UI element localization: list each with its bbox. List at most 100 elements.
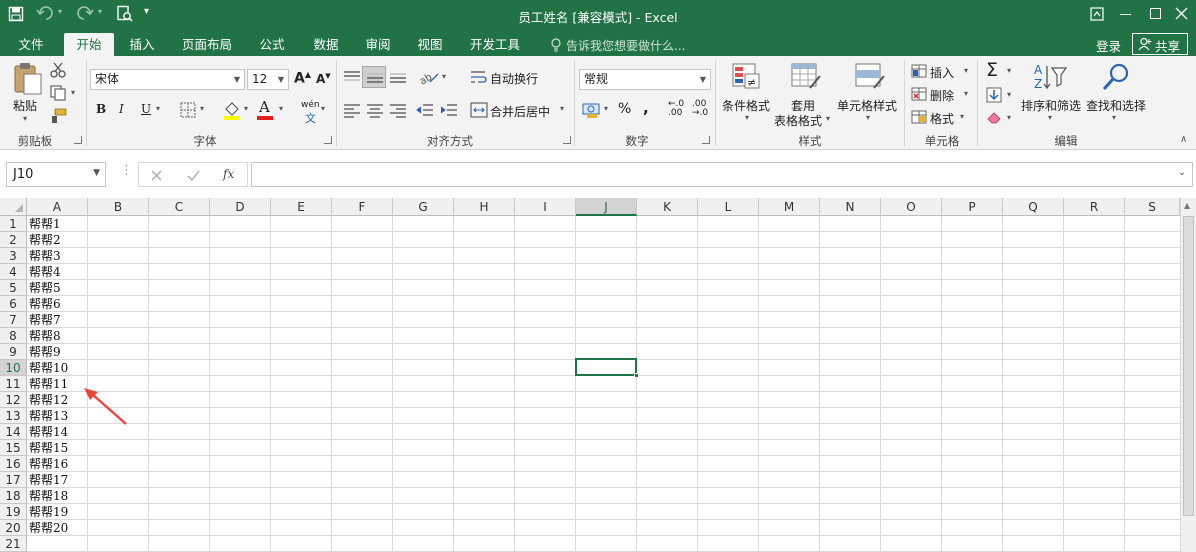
cell-a18[interactable]: 帮帮18 — [29, 488, 68, 504]
increase-indent-icon[interactable] — [440, 102, 458, 118]
orientation-icon[interactable]: ab — [418, 68, 440, 86]
align-right-icon[interactable] — [389, 102, 407, 118]
tab-review[interactable]: 审阅 — [356, 33, 400, 56]
wrap-text-button[interactable]: 自动换行 — [490, 70, 538, 87]
cell-a5[interactable]: 帮帮5 — [29, 280, 61, 296]
collapse-ribbon-icon[interactable]: ∧ — [1180, 134, 1187, 145]
borders-dropdown-icon[interactable]: ▾ — [200, 104, 204, 113]
cell-a14[interactable]: 帮帮14 — [29, 424, 68, 440]
column-header-c[interactable]: C — [149, 198, 210, 216]
tab-view[interactable]: 视图 — [408, 33, 452, 56]
cell-a8[interactable]: 帮帮8 — [29, 328, 61, 344]
decrease-decimal-icon[interactable]: .00 →.0 — [692, 100, 708, 118]
column-header-e[interactable]: E — [271, 198, 332, 216]
percent-style-button[interactable]: % — [618, 101, 631, 117]
copy-dropdown-icon[interactable]: ▾ — [71, 88, 75, 97]
copy-icon[interactable] — [50, 85, 68, 101]
format-as-table-icon[interactable] — [790, 62, 822, 92]
column-header-o[interactable]: O — [881, 198, 942, 216]
name-box[interactable]: J10 ▼ — [6, 162, 106, 187]
italic-button[interactable]: I — [119, 102, 124, 116]
close-icon[interactable] — [1175, 7, 1188, 20]
font-launcher-icon[interactable] — [324, 136, 332, 144]
column-header-i[interactable]: I — [515, 198, 576, 216]
formula-input[interactable]: ⌄ — [251, 162, 1193, 187]
clipboard-launcher-icon[interactable] — [74, 136, 82, 144]
column-header-f[interactable]: F — [332, 198, 393, 216]
merge-dropdown-icon[interactable]: ▾ — [560, 104, 564, 113]
format-as-table-dropdown-icon[interactable]: ▾ — [826, 114, 830, 123]
align-middle-button[interactable] — [362, 66, 386, 88]
insert-cells-button[interactable]: 插入 — [930, 64, 954, 81]
align-top-icon[interactable] — [343, 69, 361, 85]
row-header-5[interactable]: 5 — [0, 280, 27, 296]
cell-a9[interactable]: 帮帮9 — [29, 344, 61, 360]
cell-a16[interactable]: 帮帮16 — [29, 456, 68, 472]
delete-cells-icon[interactable] — [911, 87, 927, 101]
find-select-label[interactable]: 查找和选择 — [1086, 97, 1146, 114]
cell-a12[interactable]: 帮帮12 — [29, 392, 68, 408]
row-header-12[interactable]: 12 — [0, 392, 27, 408]
cell-a19[interactable]: 帮帮19 — [29, 504, 68, 520]
font-name-combo[interactable]: 宋体 ▼ — [90, 69, 245, 90]
paste-label[interactable]: 粘贴 — [13, 97, 37, 114]
row-header-9[interactable]: 9 — [0, 344, 27, 360]
row-header-8[interactable]: 8 — [0, 328, 27, 344]
accounting-dropdown-icon[interactable]: ▾ — [604, 104, 608, 113]
column-header-s[interactable]: S — [1125, 198, 1180, 216]
insert-function-button[interactable]: fx — [223, 167, 234, 181]
font-color-icon[interactable]: A — [259, 98, 270, 116]
phonetic-guide-icon[interactable]: wén — [301, 100, 320, 110]
tab-data[interactable]: 数据 — [304, 33, 348, 56]
conditional-formatting-label[interactable]: 条件格式 — [722, 97, 770, 114]
tab-file[interactable]: 文件 — [8, 33, 54, 56]
bold-button[interactable]: B — [96, 102, 106, 116]
fill-handle[interactable] — [634, 373, 639, 378]
ribbon-display-options-icon[interactable] — [1090, 7, 1104, 21]
paste-dropdown-icon[interactable]: ▾ — [23, 114, 27, 123]
tell-me-search[interactable]: 告诉我您想要做什么... — [566, 37, 685, 54]
maximize-icon[interactable] — [1150, 8, 1161, 19]
row-header-18[interactable]: 18 — [0, 488, 27, 504]
confirm-entry-icon[interactable] — [187, 170, 200, 181]
row-header-6[interactable]: 6 — [0, 296, 27, 312]
row-header-17[interactable]: 17 — [0, 472, 27, 488]
sort-filter-label[interactable]: 排序和筛选 — [1021, 97, 1081, 114]
cell-a1[interactable]: 帮帮1 — [29, 216, 61, 232]
number-launcher-icon[interactable] — [702, 136, 710, 144]
row-header-4[interactable]: 4 — [0, 264, 27, 280]
increase-font-size-icon[interactable]: A▲ — [294, 70, 311, 87]
login-link[interactable]: 登录 — [1096, 36, 1121, 55]
format-dropdown-icon[interactable]: ▾ — [960, 112, 964, 121]
increase-decimal-icon[interactable]: ←.0.00 — [668, 100, 684, 118]
find-select-dropdown-icon[interactable]: ▾ — [1112, 113, 1116, 122]
column-header-n[interactable]: N — [820, 198, 881, 216]
cell-a13[interactable]: 帮帮13 — [29, 408, 68, 424]
row-header-21[interactable]: 21 — [0, 536, 27, 552]
cell-a7[interactable]: 帮帮7 — [29, 312, 61, 328]
alignment-launcher-icon[interactable] — [563, 136, 571, 144]
font-size-combo[interactable]: 12 ▼ — [247, 69, 289, 90]
delete-dropdown-icon[interactable]: ▾ — [964, 89, 968, 98]
cell-a6[interactable]: 帮帮6 — [29, 296, 61, 312]
row-header-7[interactable]: 7 — [0, 312, 27, 328]
row-header-16[interactable]: 16 — [0, 456, 27, 472]
paste-icon[interactable] — [12, 62, 44, 96]
borders-icon[interactable] — [180, 102, 196, 118]
share-button[interactable]: 共享 — [1132, 33, 1188, 55]
clear-icon[interactable] — [986, 110, 1002, 124]
row-header-20[interactable]: 20 — [0, 520, 27, 536]
row-header-10[interactable]: 10 — [0, 360, 27, 376]
wrap-text-icon[interactable] — [470, 69, 488, 85]
format-cells-icon[interactable] — [911, 110, 927, 124]
clear-dropdown-icon[interactable]: ▾ — [1007, 113, 1011, 122]
sort-filter-icon[interactable]: A Z — [1033, 62, 1067, 92]
column-header-m[interactable]: M — [759, 198, 820, 216]
merge-center-button[interactable]: 合并后居中 — [490, 103, 550, 120]
row-header-2[interactable]: 2 — [0, 232, 27, 248]
cell-a15[interactable]: 帮帮15 — [29, 440, 68, 456]
merge-center-icon[interactable] — [470, 102, 488, 118]
cell-a20[interactable]: 帮帮20 — [29, 520, 68, 536]
column-header-g[interactable]: G — [393, 198, 454, 216]
tab-page-layout[interactable]: 页面布局 — [174, 33, 240, 56]
